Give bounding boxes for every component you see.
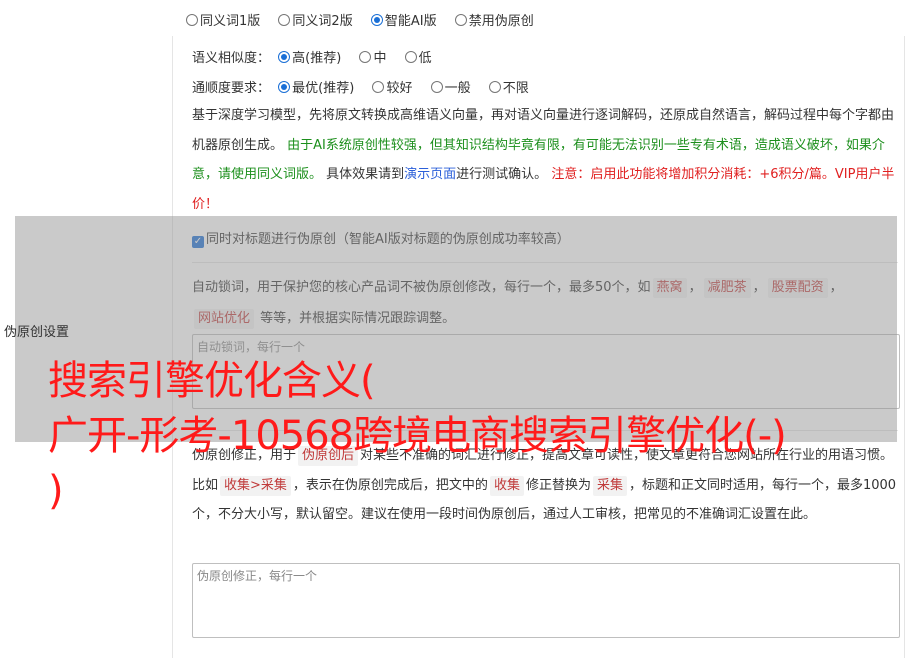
radio-icon[interactable] xyxy=(372,81,385,93)
fluency-option-unlimited[interactable]: 不限 xyxy=(488,77,529,96)
radio-icon[interactable] xyxy=(186,14,198,26)
radio-icon[interactable] xyxy=(278,14,291,26)
similarity-option-low[interactable]: 低 xyxy=(404,47,432,66)
similarity-row: 语义相似度： 高(推荐) 中 低 xyxy=(192,47,446,66)
version-option-synonym1[interactable]: 同义词1版 xyxy=(186,10,260,29)
section-label: 伪原创设置 xyxy=(4,325,70,340)
radio-icon[interactable] xyxy=(488,81,501,93)
fluency-option-normal[interactable]: 一般 xyxy=(430,77,471,96)
fluency-option-best[interactable]: 最优(推荐) xyxy=(278,77,354,96)
fluency-label: 通顺度要求： xyxy=(192,81,271,96)
radio-icon[interactable] xyxy=(404,51,417,63)
radio-icon[interactable] xyxy=(430,81,443,93)
correction-placeholder: 伪原创修正，每行一个 xyxy=(197,569,318,583)
watermark-text: 搜索引擎优化含义( 广开-形考-10568跨境电商搜索引擎优化(-) ) xyxy=(48,354,908,519)
similarity-option-medium[interactable]: 中 xyxy=(359,47,386,66)
version-option-ai[interactable]: 智能AI版 xyxy=(370,10,437,29)
radio-selected-icon[interactable] xyxy=(370,14,383,26)
demo-page-link[interactable]: 演示页面 xyxy=(404,167,456,182)
watermark-line: 广开-形考-10568跨境电商搜索引擎优化(-) xyxy=(48,413,787,459)
fluency-option-good[interactable]: 较好 xyxy=(372,77,412,96)
ai-description: 基于深度学习模型，先将原文转换成高维语义向量，再对语义向量进行逐词解码，还原成自… xyxy=(192,108,895,212)
version-radio-group: 同义词1版 同义词2版 智能AI版 禁用伪原创 xyxy=(186,10,548,29)
similarity-label: 语义相似度： xyxy=(192,51,271,66)
radio-selected-icon[interactable] xyxy=(278,81,291,93)
correction-textarea[interactable]: 伪原创修正，每行一个 xyxy=(192,563,900,638)
watermark-line: ) xyxy=(48,468,64,514)
radio-icon[interactable] xyxy=(359,51,372,63)
version-option-synonym2[interactable]: 同义词2版 xyxy=(278,10,353,29)
radio-selected-icon[interactable] xyxy=(278,51,291,63)
similarity-option-high[interactable]: 高(推荐) xyxy=(278,47,341,66)
version-option-disable[interactable]: 禁用伪原创 xyxy=(454,10,534,29)
watermark-line: 搜索引擎优化含义( xyxy=(48,358,376,404)
fluency-row: 通顺度要求： 最优(推荐) 较好 一般 不限 xyxy=(192,77,543,96)
radio-icon[interactable] xyxy=(454,14,467,26)
